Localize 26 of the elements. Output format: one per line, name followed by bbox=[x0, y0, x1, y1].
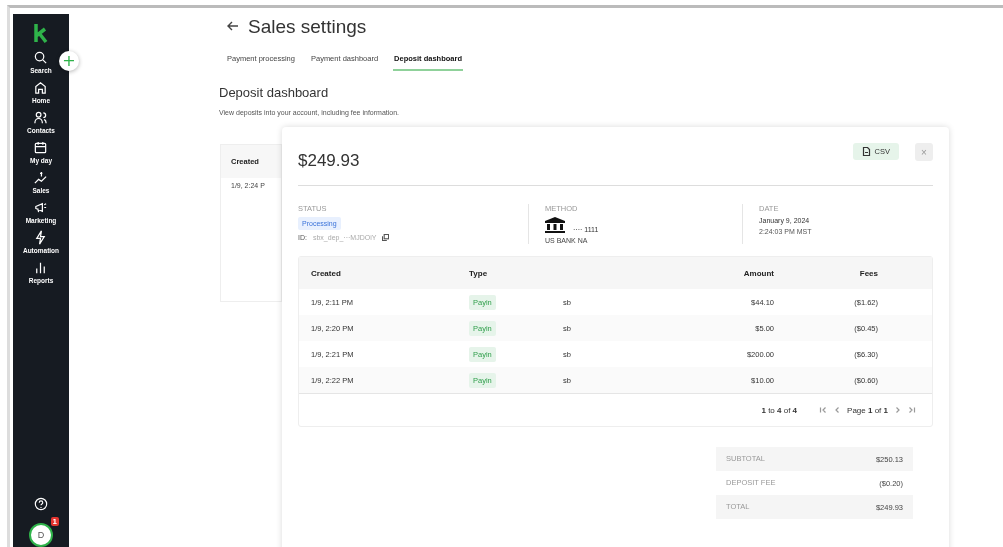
search-icon bbox=[33, 50, 49, 65]
contacts-icon bbox=[33, 110, 49, 125]
notification-badge: 1 bbox=[50, 517, 59, 526]
marketing-icon bbox=[33, 200, 49, 215]
first-page-button[interactable] bbox=[819, 406, 828, 414]
copy-icon[interactable] bbox=[382, 234, 390, 241]
column-header: Amount bbox=[742, 268, 774, 278]
next-page-button[interactable] bbox=[894, 406, 902, 414]
column-header: Fees bbox=[858, 268, 879, 278]
column-header: Type bbox=[469, 268, 489, 278]
help-icon[interactable] bbox=[34, 497, 48, 511]
home-icon bbox=[33, 80, 49, 95]
bank-icon bbox=[545, 217, 565, 233]
sales-icon bbox=[33, 170, 49, 185]
deposit-amount: $249.93 bbox=[298, 151, 361, 171]
page-title: Sales settings bbox=[248, 16, 367, 38]
previous-page-button[interactable] bbox=[833, 406, 842, 414]
avatar[interactable]: D bbox=[29, 523, 53, 547]
section-title: Deposit dashboard bbox=[219, 85, 330, 100]
column-header: Created bbox=[311, 268, 342, 278]
last-page-button[interactable] bbox=[908, 406, 916, 414]
logo-icon bbox=[33, 22, 49, 44]
file-icon bbox=[861, 147, 871, 156]
calendar-icon bbox=[33, 140, 49, 155]
page-indicator: Page 1 of 1 bbox=[847, 405, 888, 415]
row-range: 1 to 4 of 4 bbox=[761, 405, 798, 415]
